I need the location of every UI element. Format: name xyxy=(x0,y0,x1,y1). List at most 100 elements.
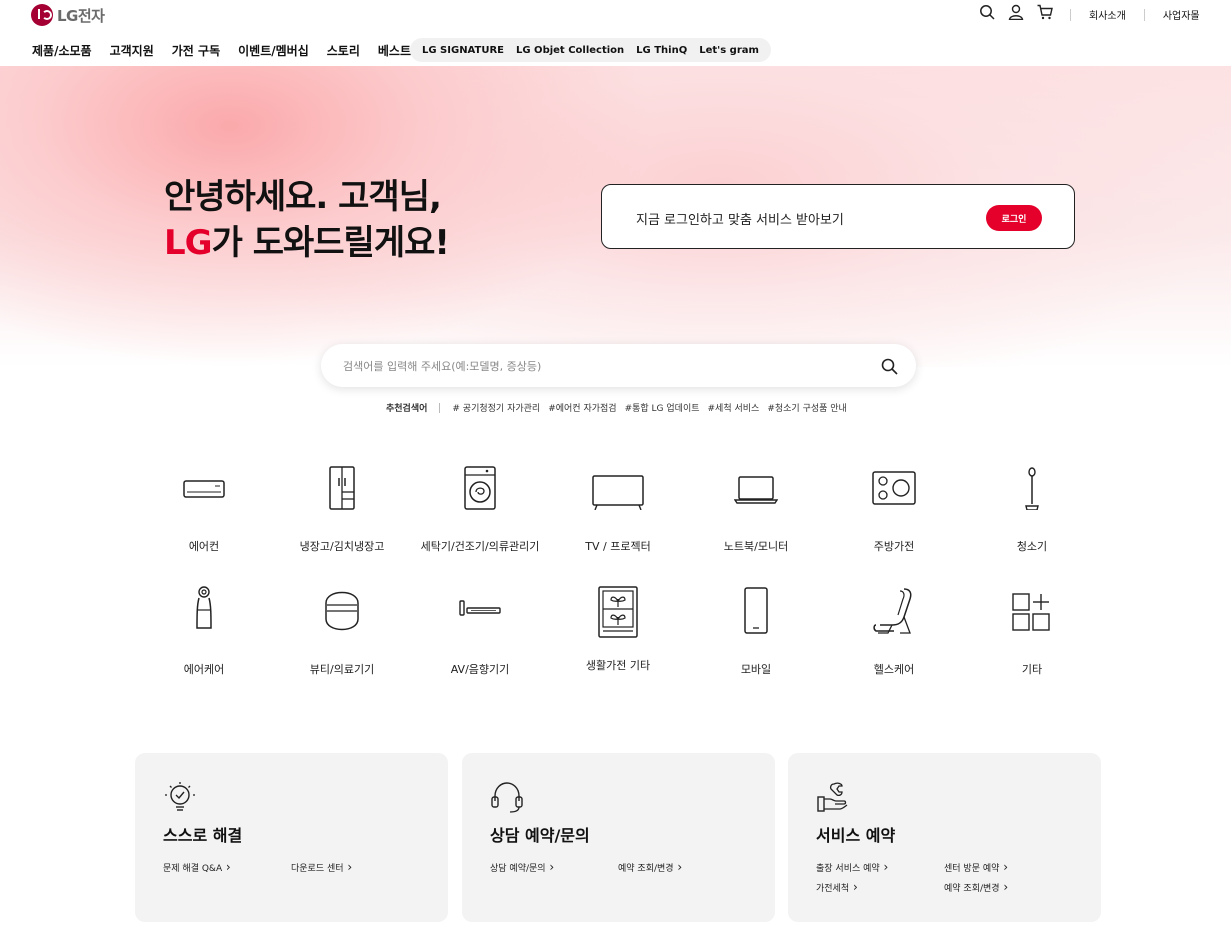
login-message: 지금 로그인하고 맞춤 서비스 받아보기 xyxy=(636,213,844,228)
plant-cultivator-icon xyxy=(598,586,638,638)
category-air-care[interactable]: 에어케어 xyxy=(134,585,274,677)
category-mobile[interactable]: 모바일 xyxy=(686,585,826,677)
divider xyxy=(1143,8,1145,21)
category-refrigerator[interactable]: 냉장고/김치냉장고 xyxy=(272,466,412,554)
category-healthcare[interactable]: 헬스케어 xyxy=(824,585,964,677)
top-links: 회사소개 사업자몰 xyxy=(1070,7,1200,22)
reservation-check-link[interactable]: 예약 조회/변경 xyxy=(618,860,682,874)
appliance-cleaning-link[interactable]: 가전세척 xyxy=(816,880,858,894)
main-navigation: 제품/소모품 고객지원 가전 구독 이벤트/멤버십 스토리 베스트샵 xyxy=(32,42,422,59)
laptop-icon xyxy=(734,476,778,504)
washing-machine-icon xyxy=(464,466,496,510)
recommended-keywords: 추천검색어 # 공기청정기 자가관리 #에어컨 자가점검 #통합 LG 업데이트… xyxy=(386,401,847,414)
recommended-term[interactable]: #에어컨 자가점검 xyxy=(548,401,616,414)
wrench-hand-icon xyxy=(817,782,848,812)
consult-reserve-link[interactable]: 상담 예약/문의 xyxy=(490,860,554,874)
nav-events[interactable]: 이벤트/멤버십 xyxy=(238,42,309,59)
site-header: LG전자 회사소개 사업자몰 제품/소모품 고객지원 가전 구독 이벤트/멤버십… xyxy=(0,0,1231,66)
category-tv[interactable]: TV / 프로젝터 xyxy=(548,466,688,554)
category-label: 기타 xyxy=(1021,663,1043,676)
login-button[interactable]: 로그인 xyxy=(986,205,1042,231)
nav-story[interactable]: 스토리 xyxy=(327,42,360,59)
hero-banner: 안녕하세요. 고객님, LG가 도와드릴게요! 지금 로그인하고 맞춤 서비스 … xyxy=(0,66,1231,367)
tv-icon xyxy=(592,475,644,510)
brand-signature[interactable]: LG SIGNATURE xyxy=(422,45,504,56)
category-living-etc[interactable]: 생활가전 기타 xyxy=(548,585,688,673)
soundbar-icon xyxy=(459,600,501,616)
qa-link[interactable]: 문제 해결 Q&A xyxy=(163,860,231,874)
headset-icon xyxy=(491,782,523,813)
center-visit-link[interactable]: 센터 방문 예약 xyxy=(944,860,1008,874)
support-search-bar xyxy=(321,344,916,387)
category-label: 에어컨 xyxy=(188,540,220,553)
hero-accent: LG xyxy=(164,223,213,263)
air-conditioner-icon xyxy=(183,480,225,498)
login-prompt: 지금 로그인하고 맞춤 서비스 받아보기 로그인 xyxy=(601,184,1075,249)
category-label: 에어케어 xyxy=(183,663,225,676)
air-purifier-icon xyxy=(196,586,212,629)
lightbulb-check-icon xyxy=(165,782,195,811)
category-kitchen[interactable]: 주방가전 xyxy=(824,466,964,554)
header-utility-icons xyxy=(979,4,1053,20)
recommended-term[interactable]: #청소기 구성품 안내 xyxy=(767,401,847,414)
recommended-label: 추천검색어 xyxy=(386,404,428,414)
reservation-check-link[interactable]: 예약 조회/변경 xyxy=(944,880,1008,894)
card-title: 서비스 예약 xyxy=(816,826,896,845)
logo-text: LG전자 xyxy=(57,6,105,25)
beauty-mask-icon xyxy=(325,591,359,631)
service-reservation-card: 서비스 예약 출장 서비스 예약 센터 방문 예약 가전세척 예약 조회/변경 xyxy=(788,753,1101,922)
hero-line-1: 안녕하세요. 고객님, xyxy=(164,177,442,217)
category-label: 헬스케어 xyxy=(873,663,915,676)
brand-pills: LG SIGNATURE LG Objet Collection LG Thin… xyxy=(410,38,771,62)
category-label: 뷰티/의료기기 xyxy=(309,663,375,676)
user-icon[interactable] xyxy=(1008,4,1024,20)
refrigerator-icon xyxy=(329,466,355,510)
category-others[interactable]: 기타 xyxy=(962,585,1102,677)
brand-objet[interactable]: LG Objet Collection xyxy=(516,45,624,56)
visit-service-link[interactable]: 출장 서비스 예약 xyxy=(816,860,888,874)
nav-subscription[interactable]: 가전 구독 xyxy=(172,42,220,59)
consult-card: 상담 예약/문의 상담 예약/문의 예약 조회/변경 xyxy=(462,753,775,922)
massage-chair-icon xyxy=(873,588,912,634)
nav-products[interactable]: 제품/소모품 xyxy=(32,42,92,59)
category-laptop[interactable]: 노트북/모니터 xyxy=(686,466,826,554)
grid-plus-icon xyxy=(1012,593,1050,631)
company-intro-link[interactable]: 회사소개 xyxy=(1089,7,1126,22)
brand-thinq[interactable]: LG ThinQ xyxy=(636,45,687,56)
category-label: TV / 프로젝터 xyxy=(585,540,651,553)
hero-line-2-rest: 가 도와드릴게요! xyxy=(211,223,450,263)
category-label: 생활가전 기타 xyxy=(585,659,651,672)
lg-logo-mark-icon xyxy=(31,4,53,26)
cart-icon[interactable] xyxy=(1037,4,1053,20)
card-title: 상담 예약/문의 xyxy=(490,826,590,845)
smartphone-icon xyxy=(744,587,768,634)
self-solve-card: 스스로 해결 문제 해결 Q&A 다운로드 센터 xyxy=(135,753,448,922)
download-center-link[interactable]: 다운로드 센터 xyxy=(291,860,352,874)
recommended-term[interactable]: #세척 서비스 xyxy=(708,401,760,414)
search-input[interactable] xyxy=(343,356,843,376)
category-label: AV/음향기기 xyxy=(450,663,510,676)
search-icon[interactable] xyxy=(881,358,898,375)
recommended-term[interactable]: # 공기청정기 자가관리 xyxy=(452,401,540,414)
category-washer[interactable]: 세탁기/건조기/의류관리기 xyxy=(410,466,550,554)
nav-customer-support[interactable]: 고객지원 xyxy=(110,42,154,59)
category-label: 세탁기/건조기/의류관리기 xyxy=(420,540,540,553)
category-vacuum[interactable]: 청소기 xyxy=(962,466,1102,554)
category-air-conditioner[interactable]: 에어컨 xyxy=(134,466,274,554)
hero-greeting: 안녕하세요. 고객님, LG가 도와드릴게요! xyxy=(164,174,450,266)
category-label: 청소기 xyxy=(1016,540,1048,553)
category-label: 주방가전 xyxy=(873,540,915,553)
recommended-term[interactable]: #통합 LG 업데이트 xyxy=(625,401,700,414)
category-label: 노트북/모니터 xyxy=(723,540,789,553)
divider xyxy=(439,402,441,413)
page-root: { "brand": { "logo_text": "LG전자", "accen… xyxy=(0,0,1231,936)
search-icon[interactable] xyxy=(979,4,995,20)
category-av[interactable]: AV/음향기기 xyxy=(410,585,550,677)
category-beauty[interactable]: 뷰티/의료기기 xyxy=(272,585,412,677)
hero-line-2: LG가 도와드릴게요! xyxy=(164,220,450,266)
business-mall-link[interactable]: 사업자몰 xyxy=(1163,7,1200,22)
lg-logo[interactable]: LG전자 xyxy=(31,4,105,26)
brand-gram[interactable]: Let's gram xyxy=(699,45,759,56)
divider xyxy=(1070,8,1071,21)
category-label: 냉장고/김치냉장고 xyxy=(299,540,385,553)
